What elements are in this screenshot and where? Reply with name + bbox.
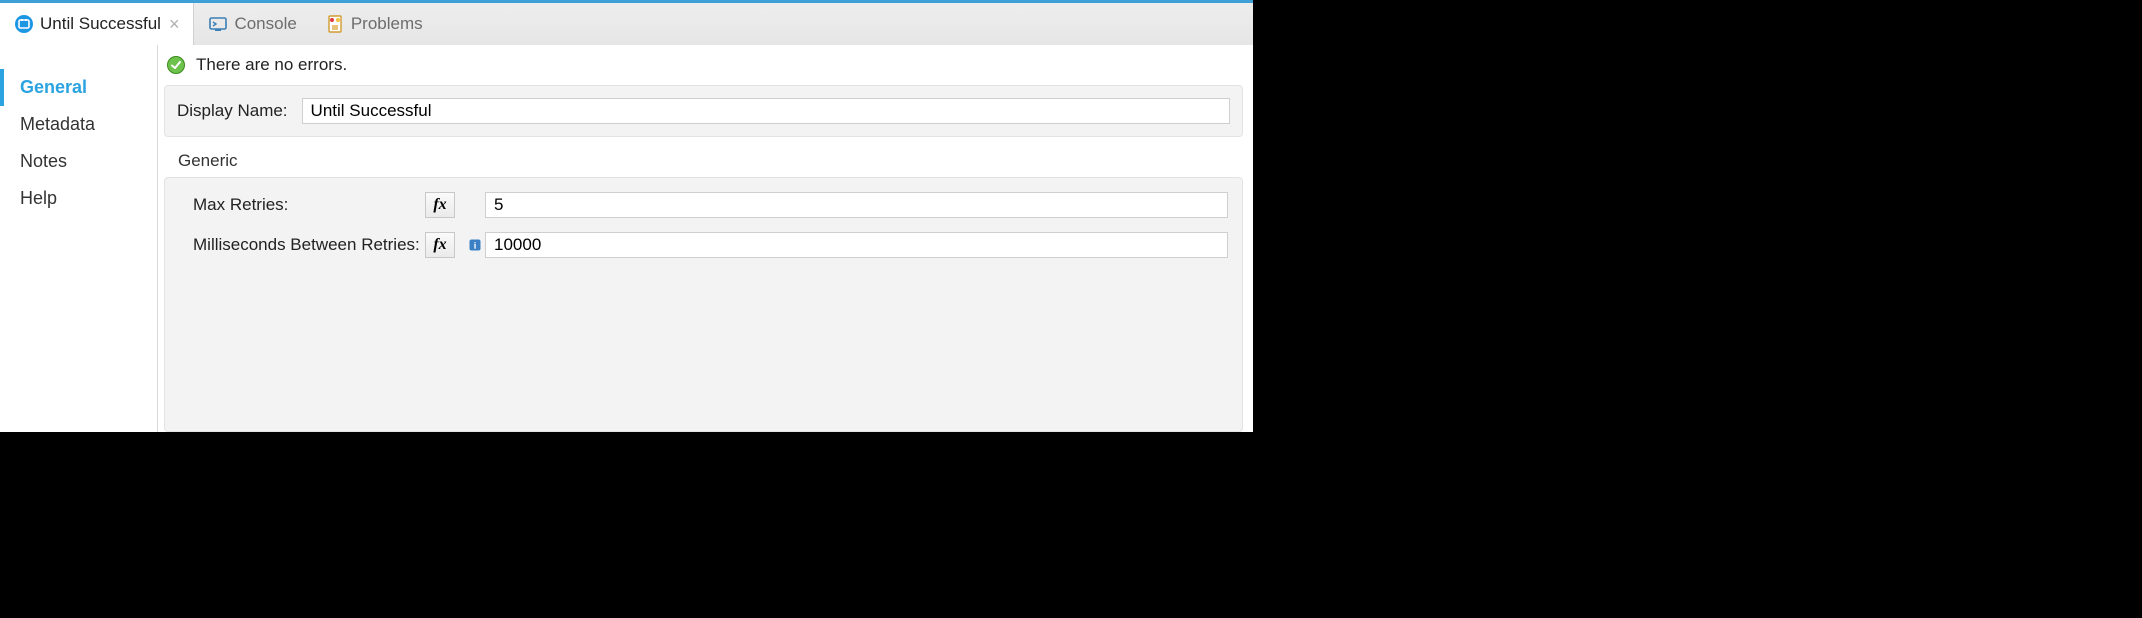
tab-problems[interactable]: Problems — [311, 3, 437, 45]
max-retries-input[interactable] — [485, 192, 1228, 218]
component-icon — [14, 14, 34, 34]
tab-label: Until Successful — [40, 14, 161, 34]
section-body: Max Retries: fx Milliseconds Between Ret… — [164, 177, 1243, 432]
fx-button[interactable]: fx — [425, 192, 455, 218]
info-icon: i — [469, 239, 481, 251]
max-retries-label: Max Retries: — [179, 195, 425, 215]
tab-bar: Until Successful × Console — [0, 0, 1253, 45]
sidebar-item-general[interactable]: General — [0, 69, 157, 106]
tab-console[interactable]: Console — [194, 3, 310, 45]
sidebar: General Metadata Notes Help — [0, 45, 158, 432]
fx-button[interactable]: fx — [425, 232, 455, 258]
row-ms-between: Milliseconds Between Retries: fx i — [179, 232, 1228, 258]
main-content: There are no errors. Display Name: Gener… — [158, 45, 1253, 432]
sidebar-item-label: Notes — [20, 151, 67, 171]
tab-until-successful[interactable]: Until Successful × — [0, 3, 194, 45]
section-title: Generic — [164, 147, 1243, 177]
sidebar-item-label: Help — [20, 188, 57, 208]
display-name-label: Display Name: — [177, 101, 288, 121]
tab-label: Console — [234, 14, 296, 34]
status-bar: There are no errors. — [158, 45, 1253, 85]
check-circle-icon — [166, 55, 186, 75]
display-name-input[interactable] — [302, 98, 1230, 124]
problems-icon — [325, 14, 345, 34]
ms-between-input[interactable] — [485, 232, 1228, 258]
close-icon[interactable]: × — [169, 14, 180, 35]
display-name-panel: Display Name: — [164, 85, 1243, 137]
status-text: There are no errors. — [196, 55, 347, 75]
tab-label: Problems — [351, 14, 423, 34]
generic-section: Generic Max Retries: fx Milliseconds Bet… — [164, 147, 1243, 432]
ms-between-label: Milliseconds Between Retries: — [179, 235, 425, 255]
sidebar-item-label: Metadata — [20, 114, 95, 134]
sidebar-item-label: General — [20, 77, 87, 97]
properties-window: Until Successful × Console — [0, 0, 1253, 432]
row-max-retries: Max Retries: fx — [179, 192, 1228, 218]
sidebar-item-help[interactable]: Help — [0, 180, 157, 217]
sidebar-item-metadata[interactable]: Metadata — [0, 106, 157, 143]
sidebar-item-notes[interactable]: Notes — [0, 143, 157, 180]
console-icon — [208, 14, 228, 34]
